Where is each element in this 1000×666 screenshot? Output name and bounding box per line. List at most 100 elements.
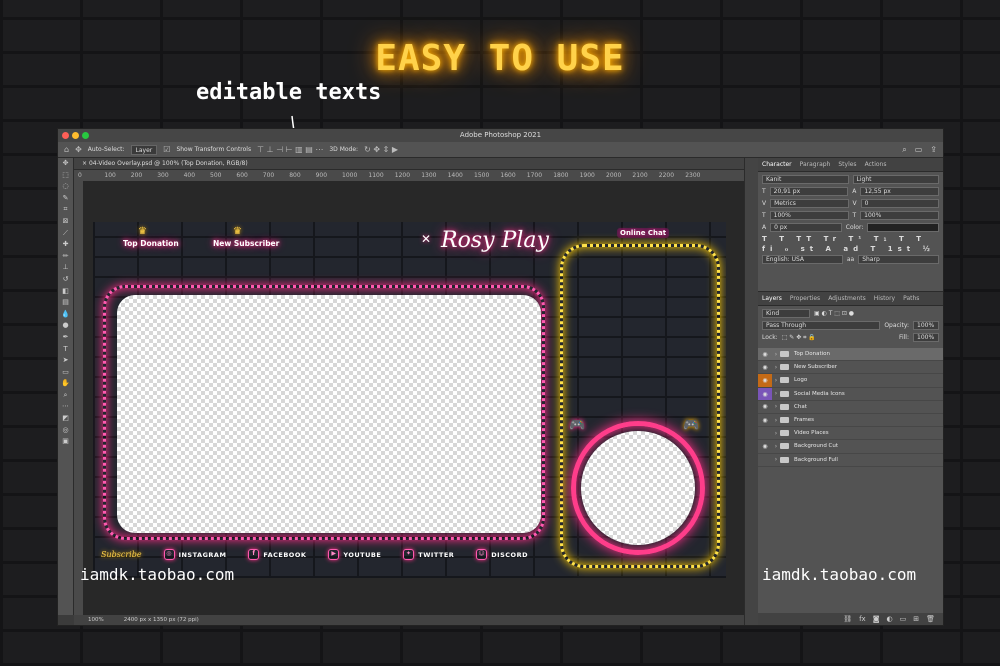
- fx-icon[interactable]: fx: [859, 615, 866, 623]
- layer-filter-dropdown[interactable]: Kind: [762, 309, 810, 318]
- auto-select-label[interactable]: Auto-Select:: [88, 146, 125, 153]
- tab-properties[interactable]: Properties: [790, 295, 820, 302]
- quick-mask-icon[interactable]: ◎: [58, 425, 73, 437]
- trash-icon[interactable]: 🗑: [926, 615, 935, 623]
- expand-chevron-icon[interactable]: ›: [772, 351, 780, 358]
- hand-tool-icon[interactable]: ✋: [58, 378, 73, 390]
- opentype-buttons[interactable]: fi ℴ st A ad T 1st ½: [762, 245, 939, 253]
- language-dropdown[interactable]: English: USA: [762, 255, 843, 264]
- anti-alias-dropdown[interactable]: Sharp: [858, 255, 940, 264]
- document-size[interactable]: 2400 px x 1350 px (72 ppi): [124, 615, 199, 625]
- layer-row[interactable]: › Background Full: [758, 454, 943, 467]
- layer-row[interactable]: ◉ › Chat: [758, 401, 943, 414]
- brush-tool-icon[interactable]: ✏: [58, 251, 73, 263]
- 3d-tools-icons[interactable]: ↻ ✥ ⇕ ▶: [364, 145, 398, 154]
- font-style-dropdown[interactable]: Light: [852, 175, 939, 184]
- history-brush-icon[interactable]: ↺: [58, 274, 73, 286]
- document-tab[interactable]: × 04-Video Overlay.psd @ 100% (Top Donat…: [74, 158, 744, 170]
- checkbox-checked-icon[interactable]: ☑: [163, 145, 170, 154]
- layer-row[interactable]: ◉ › Top Donation: [758, 348, 943, 362]
- visibility-eye-icon[interactable]: ◉: [758, 374, 772, 387]
- home-icon[interactable]: ⌂: [64, 145, 69, 154]
- document-canvas[interactable]: ♛ Top Donation ♛ New Subscriber ✕ Rosy P…: [93, 222, 726, 578]
- layer-row[interactable]: › Video Places: [758, 427, 943, 441]
- move-tool-icon[interactable]: ✥: [58, 158, 73, 170]
- opacity-field[interactable]: 100%: [913, 321, 939, 330]
- layer-row[interactable]: ◉ › Social Media Icons: [758, 387, 943, 401]
- type-tool-icon[interactable]: T: [58, 344, 73, 356]
- tab-actions[interactable]: Actions: [865, 161, 887, 168]
- leading-field[interactable]: 12,55 px: [860, 187, 939, 196]
- horizontal-scale-field[interactable]: 100%: [860, 211, 939, 220]
- dodge-tool-icon[interactable]: ●: [58, 320, 73, 332]
- fill-field[interactable]: 100%: [913, 333, 939, 342]
- color-swatches-icon[interactable]: ◩: [58, 413, 73, 425]
- search-icon[interactable]: ⌕: [902, 145, 906, 155]
- quick-select-icon[interactable]: ✎: [58, 193, 73, 205]
- zoom-tool-icon[interactable]: ⌕: [58, 390, 73, 402]
- shape-tool-icon[interactable]: ▭: [58, 367, 73, 379]
- crop-tool-icon[interactable]: ⌗: [58, 204, 73, 216]
- eyedropper-icon[interactable]: ⟋: [58, 228, 73, 240]
- visibility-eye-icon[interactable]: ◉: [758, 417, 772, 424]
- new-layer-icon[interactable]: ⊞: [913, 615, 919, 623]
- close-window-button[interactable]: [62, 132, 69, 139]
- path-select-icon[interactable]: ➤: [58, 355, 73, 367]
- marquee-tool-icon[interactable]: ⬚: [58, 170, 73, 182]
- auto-select-dropdown[interactable]: Layer: [130, 144, 158, 155]
- tab-character[interactable]: Character: [762, 161, 792, 168]
- workspace-icon[interactable]: ▭: [915, 145, 923, 155]
- show-transform-label[interactable]: Show Transform Controls: [176, 146, 251, 153]
- minimize-window-button[interactable]: [72, 132, 79, 139]
- healing-brush-icon[interactable]: ✚: [58, 239, 73, 251]
- gradient-tool-icon[interactable]: ▤: [58, 297, 73, 309]
- visibility-eye-icon[interactable]: ◉: [758, 351, 772, 358]
- visibility-eye-icon[interactable]: ◉: [758, 364, 772, 371]
- blur-tool-icon[interactable]: 💧: [58, 309, 73, 321]
- expand-chevron-icon[interactable]: ›: [772, 377, 780, 384]
- visibility-eye-icon[interactable]: ◉: [758, 443, 772, 450]
- expand-chevron-icon[interactable]: ›: [772, 456, 780, 463]
- layer-filter-icons[interactable]: ▣ ◐ T ⬚ ⊡ ●: [814, 310, 854, 317]
- type-style-buttons[interactable]: T T TT Tr T¹ T₁ T T: [762, 235, 939, 243]
- kerning-field[interactable]: Metrics: [770, 199, 849, 208]
- tab-paths[interactable]: Paths: [903, 295, 919, 302]
- align-icons[interactable]: ⊤ ⊥ ⊣ ⊢ ▥ ▤ ⋯: [257, 145, 323, 154]
- visibility-eye-icon[interactable]: ◉: [758, 387, 772, 400]
- expand-chevron-icon[interactable]: ›: [772, 417, 780, 424]
- frame-tool-icon[interactable]: ⊠: [58, 216, 73, 228]
- pen-tool-icon[interactable]: ✒: [58, 332, 73, 344]
- tab-styles[interactable]: Styles: [838, 161, 856, 168]
- new-group-icon[interactable]: ▭: [900, 615, 907, 623]
- vertical-scale-field[interactable]: 100%: [769, 211, 849, 220]
- share-icon[interactable]: ⇪: [930, 145, 937, 155]
- add-mask-icon[interactable]: ◙: [873, 615, 880, 623]
- expand-chevron-icon[interactable]: ›: [772, 390, 780, 397]
- close-tab-icon[interactable]: ×: [82, 160, 89, 167]
- expand-chevron-icon[interactable]: ›: [772, 364, 780, 371]
- tracking-field[interactable]: 0: [860, 199, 939, 208]
- expand-chevron-icon[interactable]: ›: [772, 403, 780, 410]
- layer-row[interactable]: ◉ › Background Cut: [758, 440, 943, 454]
- screen-mode-icon[interactable]: ▣: [58, 436, 73, 448]
- tab-layers[interactable]: Layers: [762, 295, 782, 302]
- baseline-field[interactable]: 0 px: [770, 223, 842, 232]
- layer-row[interactable]: ◉ › Frames: [758, 414, 943, 428]
- stamp-tool-icon[interactable]: ⊥: [58, 262, 73, 274]
- eraser-icon[interactable]: ◧: [58, 286, 73, 298]
- lasso-tool-icon[interactable]: ◌: [58, 181, 73, 193]
- layer-row[interactable]: ◉ › New Subscriber: [758, 361, 943, 375]
- visibility-eye-icon[interactable]: ◉: [758, 403, 772, 410]
- adjustment-layer-icon[interactable]: ◐: [887, 615, 893, 623]
- color-swatch[interactable]: [867, 223, 940, 232]
- link-layers-icon[interactable]: ⛓: [843, 615, 852, 623]
- layer-row[interactable]: ◉ › Logo: [758, 374, 943, 388]
- tab-paragraph[interactable]: Paragraph: [800, 161, 831, 168]
- expand-chevron-icon[interactable]: ›: [772, 430, 780, 437]
- zoom-level[interactable]: 100%: [88, 615, 104, 625]
- font-family-dropdown[interactable]: Kanit: [762, 175, 849, 184]
- blend-mode-dropdown[interactable]: Pass Through: [762, 321, 881, 330]
- font-size-field[interactable]: 20,91 px: [769, 187, 849, 196]
- maximize-window-button[interactable]: [82, 132, 89, 139]
- expand-chevron-icon[interactable]: ›: [772, 443, 780, 450]
